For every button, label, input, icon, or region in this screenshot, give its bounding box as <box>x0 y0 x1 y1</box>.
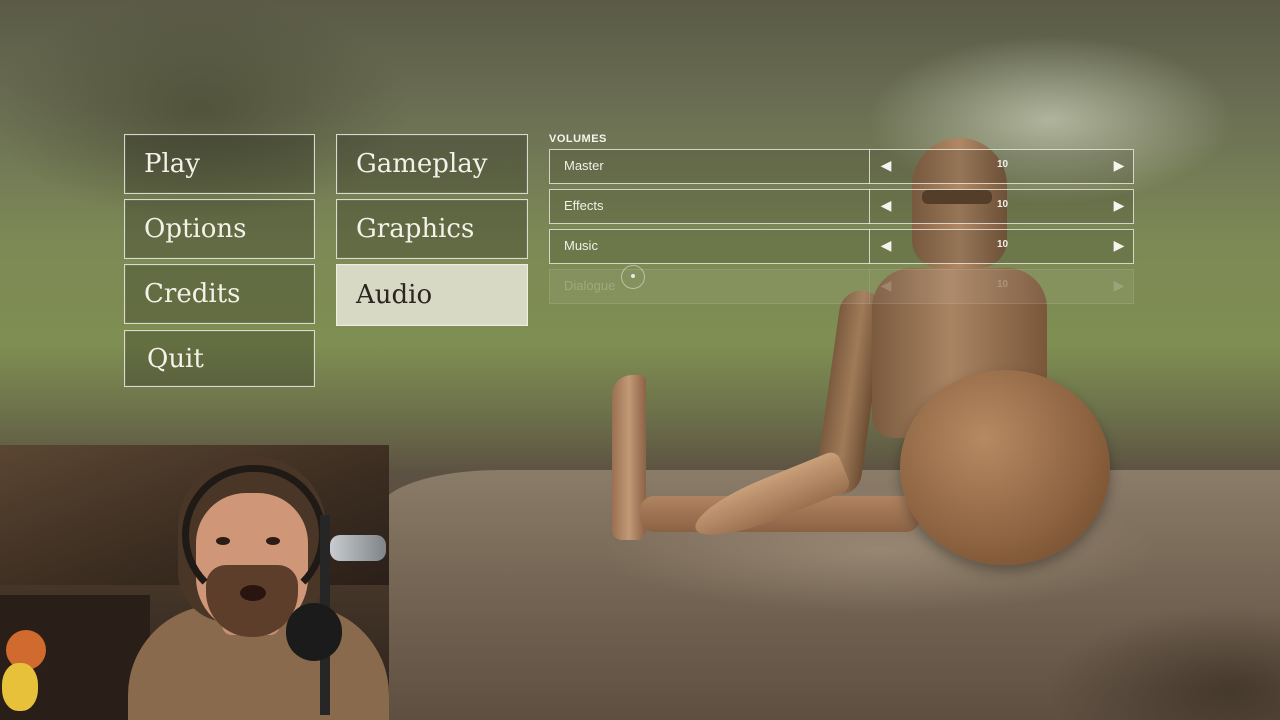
graphics-label: Graphics <box>356 214 475 244</box>
arrow-right-icon: ▶ <box>1113 276 1125 293</box>
tab-graphics[interactable]: Graphics <box>336 199 528 259</box>
quit-button[interactable]: Quit <box>124 330 315 387</box>
plush-toy <box>2 663 38 711</box>
audio-label: Audio <box>356 280 433 310</box>
mic-clamp <box>330 535 386 561</box>
dialogue-volume-label: Dialogue <box>564 278 616 293</box>
credits-button[interactable]: Credits <box>124 264 315 324</box>
arrow-right-icon[interactable]: ▶ <box>1111 197 1127 213</box>
options-label: Options <box>144 214 247 244</box>
arrow-right-icon[interactable]: ▶ <box>1111 237 1127 253</box>
dialogue-volume-value: 10 <box>996 278 1009 290</box>
pointer-cursor-icon <box>621 265 645 289</box>
effects-volume-label: Effects <box>564 198 604 213</box>
arrow-right-icon[interactable]: ▶ <box>1111 157 1127 173</box>
play-label: Play <box>144 149 200 179</box>
master-volume-row[interactable]: Master ◀ 10 ▶ <box>549 148 1135 184</box>
quit-label: Quit <box>147 343 204 374</box>
play-button[interactable]: Play <box>124 134 315 194</box>
master-volume-label: Master <box>564 158 604 173</box>
music-volume-value: 10 <box>996 238 1009 250</box>
volumes-heading: VOLUMES <box>549 133 607 145</box>
effects-volume-control[interactable]: ◀ 10 ▶ <box>869 188 1135 224</box>
master-volume-control[interactable]: ◀ 10 ▶ <box>869 148 1135 184</box>
tab-audio[interactable]: Audio <box>336 264 528 326</box>
dialogue-volume-control: ◀ 10 ▶ <box>869 268 1135 304</box>
webcam-overlay <box>0 445 389 720</box>
microphone-icon <box>286 603 342 661</box>
headset-icon <box>182 465 326 605</box>
credits-label: Credits <box>144 279 241 309</box>
figure-shield <box>900 370 1110 565</box>
gameplay-label: Gameplay <box>356 149 488 179</box>
options-button[interactable]: Options <box>124 199 315 259</box>
music-volume-control[interactable]: ◀ 10 ▶ <box>869 228 1135 264</box>
music-volume-row[interactable]: Music ◀ 10 ▶ <box>549 228 1135 264</box>
music-volume-label: Music <box>564 238 598 253</box>
tab-gameplay[interactable]: Gameplay <box>336 134 528 194</box>
effects-volume-row[interactable]: Effects ◀ 10 ▶ <box>549 188 1135 224</box>
master-volume-value: 10 <box>996 158 1009 170</box>
effects-volume-value: 10 <box>996 198 1009 210</box>
